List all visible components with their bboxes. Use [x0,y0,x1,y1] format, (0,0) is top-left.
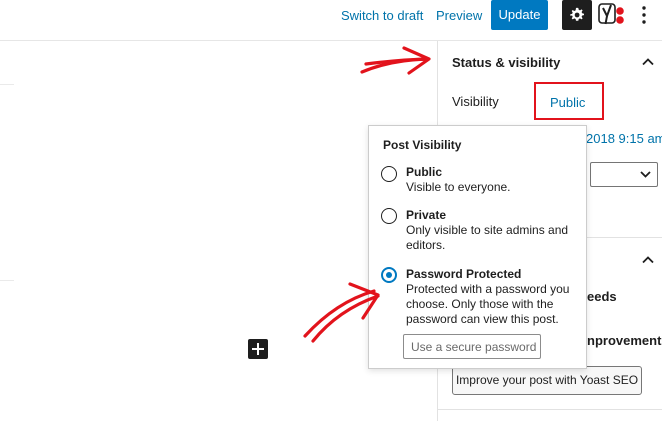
radio-password-protected[interactable] [381,267,397,283]
password-input[interactable] [403,334,541,359]
editor-screen: Switch to draft Preview Update Status & … [0,0,662,421]
option-password-label[interactable]: Password Protected [406,267,521,281]
visibility-toggle[interactable]: Public [550,95,585,110]
option-public-label[interactable]: Public [406,165,442,179]
annotation-arrow-icon [402,46,431,75]
preview-button[interactable]: Preview [436,8,482,24]
update-button[interactable]: Update [491,0,548,30]
option-password-description: Protected with a password you choose. On… [406,282,570,326]
panel-divider [438,409,662,410]
chevron-down-icon [640,171,651,178]
radio-public[interactable] [381,166,397,182]
yoast-panel-text: nprovement [587,333,662,348]
popover-title: Post Visibility [383,138,462,152]
option-private-description: Only visible to site admins and editors. [406,223,569,252]
option-public-description: Visible to everyone. [406,180,511,194]
annotation-arrow-icon [303,289,376,338]
radio-private[interactable] [381,208,397,224]
yoast-panel-text: eeds [587,289,617,304]
yoast-icon[interactable] [598,3,626,27]
canvas-divider [0,280,14,281]
annotation-arrow-icon [364,57,430,66]
annotation-arrow-icon [360,57,430,74]
canvas-divider [0,84,14,85]
editor-header: Switch to draft Preview Update [0,0,662,41]
author-select[interactable] [590,162,658,187]
add-block-button[interactable] [248,339,268,359]
post-visibility-popover: Post Visibility Public Visible to everyo… [368,125,587,369]
chevron-up-icon[interactable] [642,58,654,66]
settings-button[interactable] [562,0,592,30]
option-private-label[interactable]: Private [406,208,446,222]
publish-date-link[interactable]: 2018 9:15 am [586,131,662,146]
status-visibility-heading[interactable]: Status & visibility [452,55,560,70]
gear-icon [570,7,584,21]
visibility-highlight: Public [534,82,604,120]
chevron-up-icon[interactable] [642,256,654,264]
more-vertical-icon[interactable] [642,6,646,24]
switch-to-draft-button[interactable]: Switch to draft [341,8,423,24]
visibility-label: Visibility [452,94,499,109]
improve-post-yoast-button[interactable]: Improve your post with Yoast SEO [452,366,642,395]
